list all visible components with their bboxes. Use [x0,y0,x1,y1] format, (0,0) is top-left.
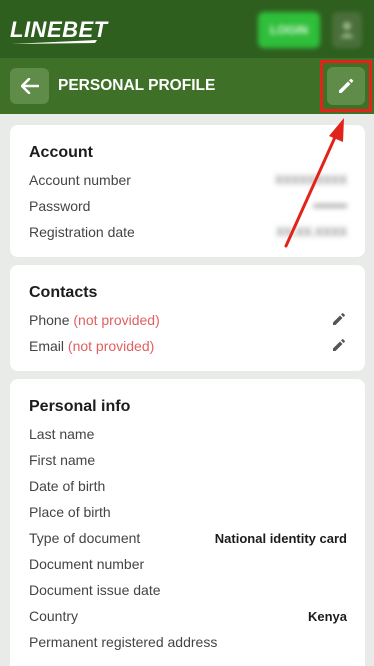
email-label: Email [29,338,65,354]
first-name-label: First name [29,452,96,468]
account-number-label: Account number [29,172,131,188]
password-value: •••••••• [313,199,347,213]
document-type-value: National identity card [214,531,347,546]
user-icon [340,22,354,38]
highlight-box [320,60,372,112]
personal-info-card: Personal info Last name First name Date … [10,379,365,666]
login-button[interactable]: LOGIN [258,12,320,48]
account-card: Account Account number XXXXXXXXX Passwor… [10,125,365,257]
address-label: Permanent registered address [29,634,218,650]
logo-swoosh [11,40,97,44]
email-row: Email (not provided) [29,338,154,354]
password-label: Password [29,198,91,214]
registration-date-value: XX.XX.XXXX [276,225,347,239]
phone-status: (not provided) [73,312,160,328]
user-button[interactable] [332,12,362,48]
country-value: Kenya [307,609,347,624]
edit-email-icon[interactable] [331,337,347,353]
contacts-title: Contacts [29,284,98,301]
edit-phone-icon[interactable] [331,311,347,327]
arrow-left-icon [20,78,39,94]
document-number-label: Document number [29,556,145,572]
registration-date-label: Registration date [29,224,135,240]
personal-info-title: Personal info [29,398,131,415]
back-button[interactable] [10,68,49,104]
page-title: PERSONAL PROFILE [58,77,216,94]
contacts-card: Contacts Phone (not provided) Email (not… [10,265,365,371]
date-of-birth-label: Date of birth [29,478,106,494]
email-status: (not provided) [67,338,155,354]
country-label: Country [29,608,79,624]
place-of-birth-label: Place of birth [29,504,111,520]
document-issue-date-label: Document issue date [29,582,161,598]
document-type-label: Type of document [29,530,141,546]
phone-label: Phone [29,312,70,328]
last-name-label: Last name [29,426,95,442]
account-number-value: XXXXXXXXX [274,173,347,187]
account-title: Account [29,144,93,161]
phone-row: Phone (not provided) [29,312,160,328]
